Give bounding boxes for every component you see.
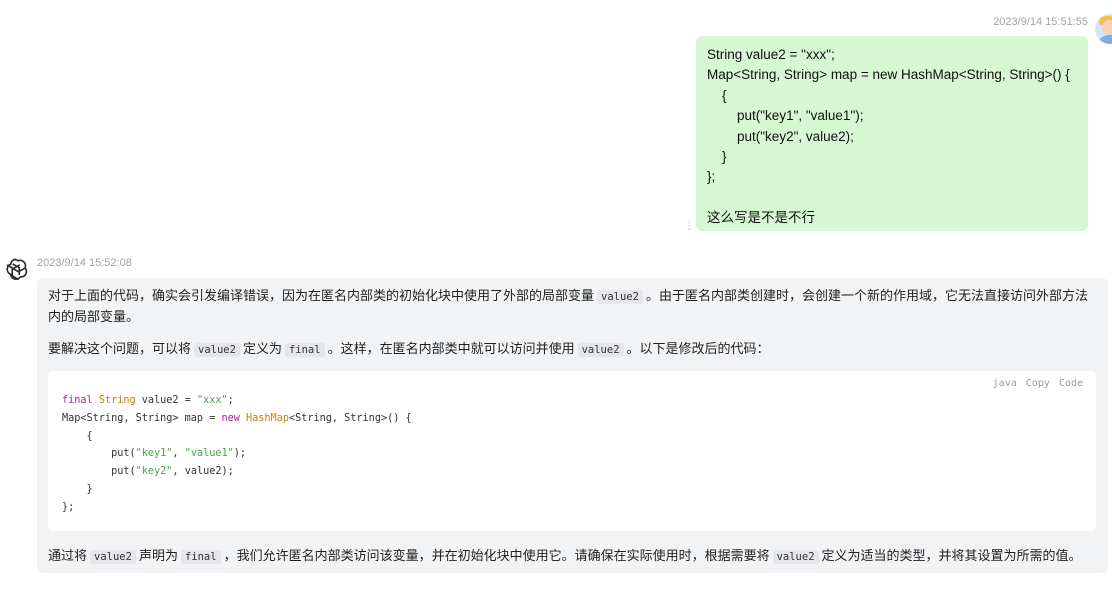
paragraph-text: 定义为适当的类型，并将其设置为所需的值。 (821, 548, 1082, 563)
paragraph-text: 声明为 (138, 548, 178, 563)
chatgpt-logo-icon (6, 258, 28, 281)
user-avatar[interactable] (1095, 14, 1112, 44)
paragraph-text: 通过将 (48, 548, 88, 563)
user-message-question: 这么写是不是不行 (707, 210, 815, 226)
user-message-line (707, 188, 1077, 208)
code-block-actions: java Copy Code (990, 378, 1083, 389)
inline-code: value2 (194, 343, 240, 357)
user-message-timestamp: 2023/9/14 15:51:55 (993, 16, 1088, 28)
paragraph-text: ，我们允许匿名内部类访问该变量，并在初始化块中使用它。请确保在实际使用时，根据需… (223, 548, 770, 563)
user-message-line: String value2 = "xxx"; (707, 47, 835, 62)
user-message-line: } (707, 148, 727, 164)
code-line: put("key1", "value1"); (62, 448, 247, 460)
code-button[interactable]: Code (1059, 378, 1083, 389)
user-message-line: Map<String, String> map = new HashMap<St… (707, 67, 1070, 83)
user-message-line: }; (707, 169, 716, 185)
assistant-message-timestamp: 2023/9/14 15:52:08 (37, 257, 132, 269)
paragraph-text: 。以下是修改后的代码： (626, 341, 770, 356)
answer-paragraph-2: 要解决这个问题，可以将 value2 定义为 final 。这样，在匿名内部类中就可以访… (48, 339, 1094, 360)
code-line: Map<String, String> map = new HashMap<St… (62, 412, 412, 424)
answer-paragraph-1: 对于上面的代码，确实会引发编译错误，因为在匿名内部类的初始化块中使用了外部的局部… (48, 286, 1094, 326)
paragraph-text: 要解决这个问题，可以将 (48, 341, 192, 356)
inline-code: value2 (772, 550, 819, 564)
inline-code: final (284, 343, 325, 357)
code-line: }; (62, 501, 75, 513)
user-message-bubble: String value2 = "xxx"; Map<String, Strin… (696, 36, 1088, 231)
code-language-label: java (992, 378, 1017, 389)
inline-code: value2 (577, 343, 624, 357)
code-line: put("key2", value2); (62, 466, 234, 478)
paragraph-text: 对于上面的代码，确实会引发编译错误，因为在匿名内部类的初始化块中使用了外部的局部… (48, 288, 595, 303)
more-vertical-icon[interactable]: ⋮ (684, 222, 694, 232)
user-message-line: { (707, 87, 727, 103)
answer-paragraph-3: 通过将 value2 声明为 final ，我们允许匿名内部类访问该变量，并在初始化块中… (48, 546, 1094, 567)
paragraph-text: 定义为 (242, 341, 282, 356)
code-content: final String value2 = "xxx"; Map<String,… (62, 392, 412, 517)
code-line: } (62, 483, 93, 495)
code-line: final String value2 = "xxx"; (62, 395, 234, 406)
inline-code: final (180, 550, 221, 564)
paragraph-text: 。这样，在匿名内部类中就可以访问并使用 (327, 341, 575, 356)
code-line: { (62, 430, 93, 442)
copy-button[interactable]: Copy (1026, 378, 1050, 389)
user-message-line: put("key1", "value1"); (707, 108, 864, 124)
inline-code: value2 (90, 550, 136, 564)
inline-code: value2 (597, 290, 643, 304)
user-message-line: put("key2", value2); (707, 128, 854, 144)
code-block: java Copy Code final String value2 = "xx… (48, 371, 1096, 531)
assistant-message-bubble: 对于上面的代码，确实会引发编译错误，因为在匿名内部类的初始化块中使用了外部的局部… (37, 278, 1108, 573)
